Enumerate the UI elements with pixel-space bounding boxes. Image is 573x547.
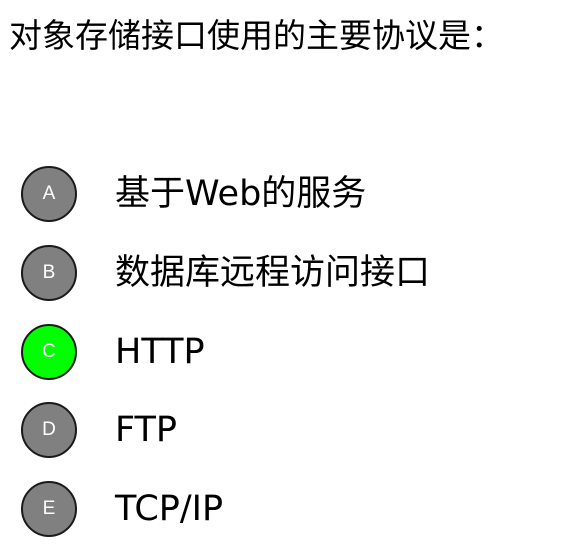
option-e-badge[interactable]: E bbox=[21, 481, 77, 537]
option-b-label[interactable]: 数据库远程访问接口 bbox=[115, 251, 430, 295]
question-text: 对象存储接口使用的主要协议是： bbox=[9, 16, 504, 55]
option-a-badge[interactable]: A bbox=[21, 166, 77, 222]
option-e-label[interactable]: TCP/IP bbox=[115, 487, 223, 531]
option-c-label[interactable]: HTTP bbox=[115, 330, 205, 374]
option-a-label[interactable]: 基于Web的服务 bbox=[115, 172, 366, 216]
option-d-badge[interactable]: D bbox=[21, 402, 77, 458]
option-a[interactable]: A 基于Web的服务 bbox=[21, 164, 561, 224]
option-d-label[interactable]: FTP bbox=[115, 408, 177, 452]
option-b[interactable]: B 数据库远程访问接口 bbox=[21, 243, 561, 303]
option-b-badge[interactable]: B bbox=[21, 245, 77, 301]
option-e[interactable]: E TCP/IP bbox=[21, 479, 561, 539]
option-d[interactable]: D FTP bbox=[21, 400, 561, 460]
option-c-badge[interactable]: C bbox=[21, 324, 77, 380]
option-c[interactable]: C HTTP bbox=[21, 322, 561, 382]
